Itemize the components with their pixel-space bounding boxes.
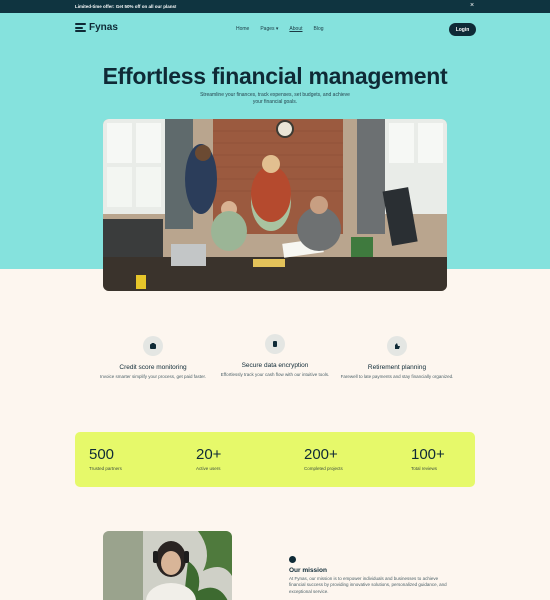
target-icon xyxy=(289,556,296,563)
hero-team-photo xyxy=(103,119,447,291)
hand-icon xyxy=(387,336,407,356)
feature-text: Farewell to late payments and stay finan… xyxy=(340,374,454,379)
stat-label: Total reviews xyxy=(411,466,438,471)
stat-users: 20+ Active users xyxy=(196,446,221,471)
piggy-bank-icon xyxy=(143,336,163,356)
mission-photo xyxy=(103,531,232,600)
lock-icon xyxy=(265,334,285,354)
nav-blog[interactable]: Blog xyxy=(314,26,324,32)
close-icon[interactable]: × xyxy=(470,2,474,9)
login-button[interactable]: Login xyxy=(449,23,476,36)
stat-label: Active users xyxy=(196,466,221,471)
announcement-text: Limited-time offer: Get 50% off on all o… xyxy=(75,4,177,9)
nav-about[interactable]: About xyxy=(289,26,302,32)
stat-label: Completed projects xyxy=(304,466,343,471)
stat-value: 200+ xyxy=(304,446,338,463)
logo-mark-icon xyxy=(75,23,86,32)
stat-reviews: 100+ Total reviews xyxy=(411,446,445,471)
main-nav: Home Pages ▾ About Blog xyxy=(236,26,324,32)
feature-encryption: Secure data encryption Effortlessly trac… xyxy=(215,334,335,378)
feature-title: Credit score monitoring xyxy=(119,364,187,371)
nav-pages[interactable]: Pages ▾ xyxy=(260,26,278,32)
mission-title: Our mission xyxy=(289,567,327,574)
stats-panel: 500 Trusted partners 20+ Active users 20… xyxy=(75,432,475,487)
hero-subtitle: Streamline your finances, track expenses… xyxy=(200,92,350,105)
mission-text: At Fynas, our mission is to empower indi… xyxy=(289,576,447,594)
stat-value: 100+ xyxy=(411,446,445,463)
stat-value: 500 xyxy=(89,446,115,463)
feature-title: Secure data encryption xyxy=(241,362,309,369)
logo[interactable]: Fynas xyxy=(75,22,118,33)
feature-retirement: Retirement planning Farewell to late pay… xyxy=(337,336,457,380)
brand-name: Fynas xyxy=(89,22,118,33)
stat-partners: 500 Trusted partners xyxy=(89,446,122,471)
stat-label: Trusted partners xyxy=(89,466,122,471)
feature-title: Retirement planning xyxy=(367,364,427,371)
stat-value: 20+ xyxy=(196,446,222,463)
feature-text: Effortlessly track your cash flow with o… xyxy=(220,372,330,377)
stat-projects: 200+ Completed projects xyxy=(304,446,343,471)
feature-credit-score: Credit score monitoring Invoice smarter … xyxy=(93,336,213,380)
nav-home[interactable]: Home xyxy=(236,26,249,32)
hero-title: Effortless financial management xyxy=(102,63,448,89)
feature-text: Invoice smarter simplify your process, g… xyxy=(99,374,207,379)
announcement-bar: Limited-time offer: Get 50% off on all o… xyxy=(0,0,550,13)
